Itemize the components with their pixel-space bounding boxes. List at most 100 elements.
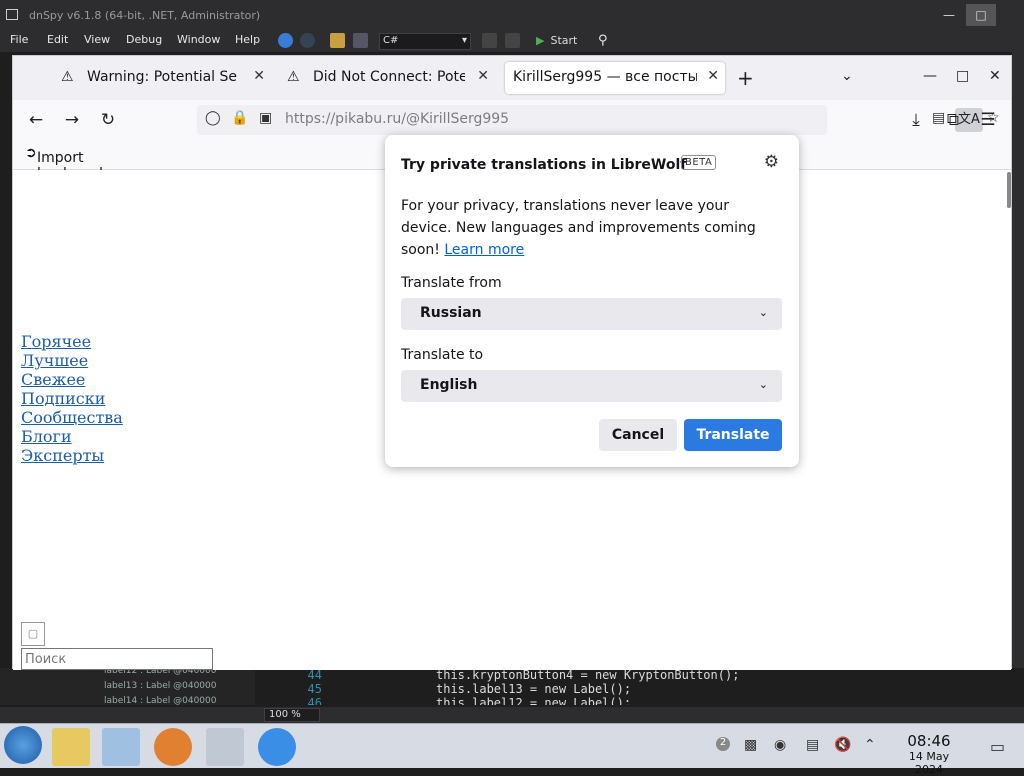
code-line: this.label12 = new Label(); bbox=[436, 696, 632, 705]
close-tab-icon[interactable]: ✕ bbox=[253, 68, 265, 84]
warning-icon: ⚠ bbox=[287, 69, 300, 85]
close-icon[interactable]: ✕ bbox=[989, 68, 1001, 84]
translate-to-select[interactable]: English ⌄ bbox=[401, 370, 782, 402]
computer-icon[interactable] bbox=[102, 728, 140, 766]
lock-icon[interactable]: 🔒 bbox=[231, 110, 248, 126]
volume-muted-icon[interactable]: 🔇 bbox=[834, 737, 851, 753]
import-bookmarks-link[interactable]: ➲ Import bookmarks... bbox=[25, 145, 128, 182]
nav-links: Горячее Лучшее Свежее Подписки Сообществ… bbox=[21, 332, 123, 465]
zoom-select[interactable]: 100 % bbox=[264, 708, 320, 722]
dnspy-titlebar: dnSpy v6.1.8 (64-bit, .NET, Administrato… bbox=[0, 0, 1024, 30]
forward-icon[interactable] bbox=[300, 33, 315, 48]
search-icon[interactable]: ⚲ bbox=[598, 33, 608, 48]
back-arrow-icon[interactable]: ← bbox=[25, 110, 47, 130]
link-hot[interactable]: Горячее bbox=[21, 332, 123, 351]
dnspy-scrollbar[interactable] bbox=[1012, 52, 1024, 707]
link-blogs[interactable]: Блоги bbox=[21, 427, 123, 446]
librewolf-taskbar-icon[interactable] bbox=[258, 728, 296, 766]
maximize-icon[interactable]: □ bbox=[966, 4, 996, 26]
menu-edit[interactable]: Edit bbox=[47, 33, 68, 46]
minimize-icon[interactable]: — bbox=[934, 4, 964, 26]
image-permission-icon[interactable]: ▣ bbox=[259, 110, 272, 126]
start-button[interactable]: ▶ Start bbox=[536, 34, 577, 47]
dnspy-menubar: File Edit View Debug Window Help ⚲ bbox=[0, 30, 1024, 52]
maximize-icon[interactable]: □ bbox=[956, 68, 969, 84]
downloads-icon[interactable]: ⤓ bbox=[905, 110, 927, 130]
url-text: https://pikabu.ru/@KirillSerg995 bbox=[285, 111, 510, 127]
shield-icon[interactable]: ◯ bbox=[205, 110, 221, 126]
reload-icon[interactable]: ↻ bbox=[97, 110, 119, 130]
tab-did-not-connect[interactable]: ⚠ Did Not Connect: Potential Security Is… bbox=[279, 62, 495, 94]
forward-arrow-icon[interactable]: → bbox=[61, 110, 83, 130]
dnspy-taskbar-icon[interactable] bbox=[206, 728, 244, 766]
close-tab-icon[interactable]: ✕ bbox=[477, 68, 489, 84]
language-select[interactable]: C# ▾ bbox=[379, 33, 471, 50]
translate-button[interactable]: Translate bbox=[684, 419, 782, 451]
cancel-button[interactable]: Cancel bbox=[599, 419, 677, 451]
undo-icon[interactable] bbox=[482, 33, 497, 48]
chevron-down-icon: ⌄ bbox=[758, 306, 768, 319]
dnspy-app-icon bbox=[6, 9, 18, 20]
redo-icon[interactable] bbox=[505, 33, 520, 48]
line-number: 46 bbox=[307, 696, 322, 705]
menu-debug[interactable]: Debug bbox=[126, 33, 162, 46]
assembly-tree: label12 : Label @040000 label13 : Label … bbox=[0, 666, 255, 706]
minimize-icon[interactable]: — bbox=[923, 68, 937, 84]
translate-from-select[interactable]: Russian ⌄ bbox=[401, 298, 782, 330]
translate-to-label: Translate to bbox=[401, 347, 484, 363]
link-fresh[interactable]: Свежее bbox=[21, 370, 123, 389]
warning-icon: ⚠ bbox=[61, 69, 74, 85]
assembly-icon[interactable] bbox=[353, 33, 368, 48]
line-number: 44 bbox=[307, 668, 322, 682]
tray-expand-icon[interactable]: ⌃ bbox=[864, 737, 876, 753]
search-input[interactable] bbox=[21, 648, 213, 670]
chevron-down-icon: ⌄ bbox=[758, 378, 768, 391]
page-scrollbar-thumb[interactable] bbox=[1007, 172, 1011, 208]
beta-badge: BETA bbox=[681, 155, 717, 170]
link-communities[interactable]: Сообщества bbox=[21, 408, 123, 427]
play-icon: ▶ bbox=[536, 34, 545, 47]
clock[interactable]: 08:46 14 May 2024 bbox=[896, 732, 962, 776]
translation-panel: Try private translations in LibreWolf BE… bbox=[385, 135, 799, 467]
tab-warning[interactable]: ⚠ Warning: Potential Security Risk Ahead… bbox=[53, 62, 271, 94]
menu-hamburger-icon[interactable]: ☰ bbox=[977, 110, 999, 130]
close-tab-icon[interactable]: ✕ bbox=[707, 68, 719, 84]
taskbar: 2 ▩ ◉ ▤ 🔇 ⌃ 08:46 14 May 2024 ▭ bbox=[0, 723, 1024, 776]
code-line: this.label13 = new Label(); bbox=[436, 682, 632, 696]
menu-view[interactable]: View bbox=[84, 33, 110, 46]
url-bar[interactable]: ◯ 🔒 ▣ https://pikabu.ru/@KirillSerg995 ▤… bbox=[197, 105, 1000, 135]
tab-list-chevron-icon[interactable]: ⌄ bbox=[841, 68, 853, 84]
nav-toolbar: ← → ↻ ◯ 🔒 ▣ https://pikabu.ru/@KirillSer… bbox=[13, 100, 1011, 140]
librewolf-window: ⚠ Warning: Potential Security Risk Ahead… bbox=[12, 55, 1012, 670]
tree-item[interactable]: label14 : Label @040000 bbox=[104, 696, 216, 706]
horizontal-scrollbar[interactable] bbox=[0, 707, 1024, 723]
chevron-down-icon: ▾ bbox=[461, 35, 467, 46]
menu-window[interactable]: Window bbox=[177, 33, 220, 46]
tray-app-icon[interactable]: ◉ bbox=[774, 737, 786, 753]
tab-strip: ⚠ Warning: Potential Security Risk Ahead… bbox=[13, 56, 1011, 100]
link-best[interactable]: Лучшее bbox=[21, 351, 123, 370]
start-orb-icon[interactable] bbox=[4, 726, 42, 764]
learn-more-link[interactable]: Learn more bbox=[444, 242, 524, 258]
new-tab-icon[interactable]: + bbox=[737, 66, 754, 90]
clipboard-icon[interactable]: ▤ bbox=[806, 737, 819, 753]
show-desktop-icon[interactable]: ▭ bbox=[990, 737, 1005, 756]
tab-pikabu[interactable]: KirillSerg995 — все посты пользователя ✕ bbox=[505, 62, 725, 94]
gear-icon[interactable]: ⚙ bbox=[764, 152, 779, 172]
notification-badge[interactable]: 2 bbox=[716, 737, 730, 751]
link-subscriptions[interactable]: Подписки bbox=[21, 389, 123, 408]
translate-from-label: Translate from bbox=[401, 275, 502, 291]
dnspy-title: dnSpy v6.1.8 (64-bit, .NET, Administrato… bbox=[29, 9, 261, 22]
app-icon[interactable] bbox=[154, 728, 192, 766]
link-experts[interactable]: Эксперты bbox=[21, 446, 123, 465]
broken-image-icon: ▢ bbox=[21, 622, 45, 646]
network-icon[interactable]: ▩ bbox=[744, 737, 757, 753]
code-editor[interactable]: 44 this.kryptonButton4 = new KryptonButt… bbox=[262, 668, 1012, 705]
back-icon[interactable] bbox=[278, 33, 293, 48]
menu-help[interactable]: Help bbox=[235, 33, 260, 46]
open-folder-icon[interactable] bbox=[330, 33, 345, 48]
menu-file[interactable]: File bbox=[10, 33, 28, 46]
extensions-icon[interactable]: ⧉ bbox=[942, 110, 964, 130]
tree-item[interactable]: label13 : Label @040000 bbox=[104, 681, 216, 691]
file-explorer-icon[interactable] bbox=[52, 728, 90, 766]
